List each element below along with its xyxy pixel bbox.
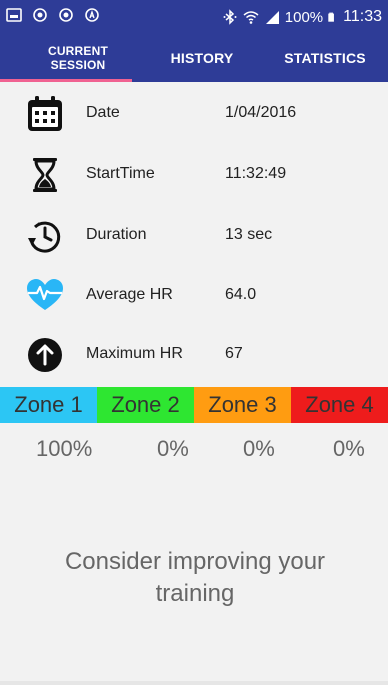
average-hr-row: Average HR 64.0 (0, 268, 388, 324)
wifi-icon (243, 11, 259, 24)
zone-1-percent: 100% (36, 436, 93, 461)
duration-label: Duration (86, 226, 147, 243)
date-row: Date 1/04/2016 (0, 86, 388, 142)
duration-value: 13 sec (225, 226, 273, 243)
maximum-hr-label: Maximum HR (86, 345, 183, 362)
training-feedback-message: Consider improving your training (64, 548, 326, 607)
start-time-value: 11:32:49 (225, 165, 287, 182)
date-label: Date (86, 104, 120, 121)
status-bar: 100% 11:33 (0, 0, 388, 34)
arrow-up-circle-icon (28, 338, 62, 372)
zone-2-label: Zone 2 (97, 387, 194, 423)
calendar-icon (28, 96, 62, 131)
gallery-icon (6, 8, 22, 22)
tab-statistics[interactable]: STATISTICS (262, 34, 388, 82)
date-value: 1/04/2016 (225, 104, 297, 121)
zone-2-percent: 0% (157, 436, 189, 461)
tab-current-session-line1: CURRENT (47, 44, 109, 58)
zone-3-label: Zone 3 (194, 387, 291, 423)
maximum-hr-row: Maximum HR 67 (0, 327, 388, 383)
maximum-hr-value: 67 (225, 345, 243, 362)
heart-rate-icon (27, 279, 63, 310)
hr-zones-bar: Zone 1 Zone 2 Zone 3 Zone 4 (0, 387, 388, 423)
tab-history[interactable]: HISTORY (156, 34, 248, 82)
hourglass-icon (33, 158, 57, 192)
average-hr-value: 64.0 (225, 286, 257, 303)
record-icon (33, 8, 47, 22)
zone-3-percent: 0% (243, 436, 275, 461)
zone-4-label: Zone 4 (291, 387, 388, 423)
active-tab-indicator (0, 79, 132, 82)
fitness-icon (85, 8, 99, 22)
duration-clock-icon (28, 221, 61, 253)
system-tray: 100% 11:33 (222, 8, 382, 26)
record-icon (59, 8, 73, 22)
start-time-label: StartTime (86, 165, 155, 182)
tab-bar: CURRENT SESSION HISTORY STATISTICS (0, 34, 388, 82)
duration-row: Duration 13 sec (0, 208, 388, 264)
signal-icon (265, 11, 279, 24)
battery-icon (328, 12, 335, 22)
tab-current-session-line2: SESSION (50, 58, 106, 72)
average-hr-label: Average HR (86, 286, 173, 303)
tab-current-session[interactable]: CURRENT SESSION (0, 34, 156, 82)
notification-icons (6, 7, 100, 23)
start-time-row: StartTime 11:32:49 (0, 147, 388, 203)
bluetooth-icon (223, 9, 237, 25)
bottom-edge (0, 681, 388, 685)
zone-4-percent: 0% (333, 436, 365, 461)
zone-1-label: Zone 1 (0, 387, 97, 423)
zone-percentages: 100% 0% 0% 0% (0, 436, 388, 466)
clock: 11:33 (343, 8, 382, 25)
battery-percent: 100% (284, 8, 324, 26)
